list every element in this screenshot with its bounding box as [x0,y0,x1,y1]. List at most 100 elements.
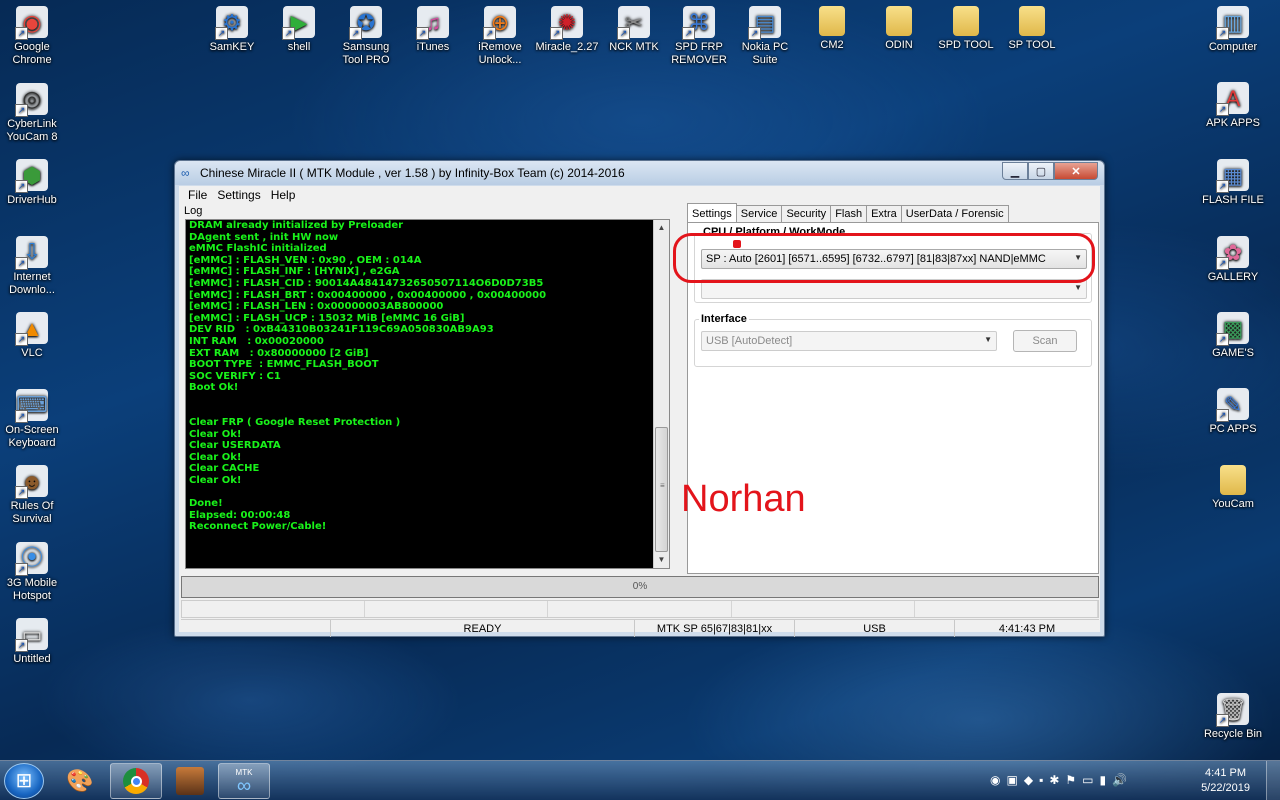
miracle-window[interactable]: ∞ Chinese Miracle II ( MTK Module , ver … [174,160,1105,637]
tray-volume-icon[interactable]: 🔊 [1112,773,1127,787]
scroll-up-icon[interactable]: ▲ [654,220,669,236]
taskbar-game[interactable] [164,763,216,799]
miracle-icon: ✺ [550,6,583,40]
log-line: [eMMC] : FLASH_LEN : 0x00000003AB800000 [189,301,444,313]
desktop-icon[interactable]: ✂NCK MTK [597,6,671,54]
minimize-button[interactable]: ▁ [1002,162,1028,180]
idm-icon: ⇩ [15,235,48,270]
taskbar-mtk[interactable]: MTK ∞ [218,763,270,799]
desktop-icon[interactable]: ✿GALLERY [1196,236,1270,284]
desktop-icon-label: Nokia PC Suite [741,41,789,66]
desktop-icon-label: shell [287,41,311,53]
desktop-icon[interactable]: ▩GAME'S [1196,312,1270,360]
desktop-icon[interactable]: ▦FLASH FILE [1196,159,1270,207]
window-titlebar[interactable]: ∞ Chinese Miracle II ( MTK Module , ver … [175,161,1104,185]
desktop-icon-label: Untitled [13,653,51,665]
menu-help[interactable]: Help [266,188,301,202]
apk-icon: A [1216,82,1249,116]
desktop-icon[interactable]: ⦿3G Mobile Hotspot [0,541,69,603]
desktop-icon[interactable]: ▭Untitled [0,618,69,666]
menu-file[interactable]: File [183,188,212,202]
desktop-icon[interactable]: YouCam [1196,465,1270,511]
desktop-icon-label: CM2 [820,39,844,51]
desktop-icon[interactable]: SP TOOL [995,6,1069,52]
desktop-icon[interactable]: AAPK APPS [1196,82,1270,130]
tab-security[interactable]: Security [781,205,832,222]
taskbar-chrome[interactable] [110,763,162,799]
clock-date: 5/22/2019 [1201,782,1250,794]
desktop-icon-label: Rules Of Survival [10,500,54,525]
log-line: Elapsed: 00:00:48 [189,509,291,521]
tab-settings[interactable]: Settings [687,203,737,222]
tray-app-icon[interactable]: ◉ [990,773,1000,787]
log-line: INT RAM : 0x00020000 [189,335,324,347]
tray-monitor-icon[interactable]: ▭ [1082,773,1093,787]
tab-flash[interactable]: Flash [830,205,868,222]
gallery-icon: ✿ [1216,236,1249,270]
system-tray: ◉ ▣ ◆ ▪ ✱ ⚑ ▭ ▮ 🔊 [990,773,1127,787]
desktop-icon[interactable]: ▥Computer [1196,6,1270,54]
desktop-icon[interactable]: ODIN [862,6,936,52]
desktop-icon-label: 3G Mobile Hotspot [6,576,58,602]
start-button[interactable]: ⊞ [4,763,44,799]
desktop-icon[interactable]: ⇩Internet Downlo... [0,235,69,297]
desktop-icon[interactable]: ◎CyberLink YouCam 8 [0,82,69,144]
desktop-icon[interactable]: ▶shell [262,6,336,54]
log-label: Log [184,205,203,217]
close-button[interactable]: ✕ [1054,162,1098,180]
tray-device-icon[interactable]: ▪ [1039,773,1043,787]
status-bar: READY MTK SP 65|67|83|81|xx USB 4:41:43 … [181,619,1099,637]
scroll-down-icon[interactable]: ▼ [654,552,669,568]
clock-time: 4:41 PM [1205,767,1247,779]
interface-select-value: USB [AutoDetect] [706,335,793,347]
desktop-icon[interactable]: ⊕iRemove Unlock... [463,6,537,67]
desktop-icon[interactable]: CM2 [795,6,869,52]
tray-signal-icon[interactable]: ▮ [1100,773,1107,787]
tray-bluetooth-icon[interactable]: ✱ [1049,773,1059,787]
desktop-icon[interactable]: 🗑Recycle Bin [1196,693,1270,741]
desktop-icon-label: VLC [21,347,43,359]
desktop-icon-label: DriverHub [7,194,57,206]
desktop-icon[interactable]: ⌨On-Screen Keyboard [0,388,69,450]
desktop-icon[interactable]: ✎PC APPS [1196,388,1270,436]
desktop-icon[interactable]: ♫iTunes [396,6,470,54]
desktop-icon-label: Computer [1208,41,1258,53]
desktop-icon[interactable]: ◉Google Chrome [0,6,69,67]
desktop-icon-label: PC APPS [1209,423,1257,435]
tab-service[interactable]: Service [735,205,783,222]
menu-settings[interactable]: Settings [212,188,265,202]
log-line: [eMMC] : FLASH_BRT : 0x00400000 , 0x0040… [189,289,547,301]
hotspot-icon: ⦿ [15,541,48,576]
computer-icon: ▥ [1216,6,1249,40]
pc-apps-icon: ✎ [1216,388,1249,422]
status-ready: READY [331,620,635,637]
tab-extra[interactable]: Extra [866,205,902,222]
tray-network-icon[interactable]: ▣ [1006,773,1017,787]
log-panel[interactable]: DRAM already initialized by Preloader DAg… [185,219,670,569]
tab-userdata-forensic[interactable]: UserData / Forensic [900,205,1009,222]
interface-select[interactable]: USB [AutoDetect] ▼ [701,331,997,351]
taskbar-paint[interactable]: 🎨 [54,763,106,799]
tray-antivirus-icon[interactable]: ◆ [1024,773,1033,787]
interface-group: Interface USB [AutoDetect] ▼ Scan [694,313,1092,367]
maximize-button[interactable]: ▢ [1028,162,1054,180]
desktop-icon-label: CyberLink YouCam 8 [6,117,58,143]
tray-flag-icon[interactable]: ⚑ [1065,773,1076,787]
scan-button[interactable]: Scan [1013,330,1077,352]
desktop-icon[interactable]: ⚙SamKEY [195,6,269,54]
desktop-icon[interactable]: ▤Nokia PC Suite [728,6,802,67]
desktop-icon[interactable]: ✪Samsung Tool PRO [329,6,403,67]
taskbar-clock[interactable]: 4:41 PM 5/22/2019 [1201,766,1250,796]
log-scrollbar[interactable]: ▲ ≡ ▼ [653,220,669,568]
desktop-icon[interactable]: ▲VLC [0,312,69,360]
show-desktop-button[interactable] [1266,761,1280,800]
scroll-thumb[interactable]: ≡ [655,427,668,552]
desktop-icon-label: SPD TOOL [938,39,994,51]
desktop-icon[interactable]: ☻Rules Of Survival [0,465,69,526]
desktop-icon[interactable]: ✺Miracle_2.27 [530,6,604,54]
desktop-icon[interactable]: ⌘SPD FRP REMOVER [662,6,736,67]
desktop-icon[interactable]: ⬢DriverHub [0,159,69,207]
desktop-icon[interactable]: SPD TOOL [929,6,1003,52]
log-line: Boot Ok! [189,382,239,394]
desktop-icon-label: Miracle_2.27 [535,41,599,53]
